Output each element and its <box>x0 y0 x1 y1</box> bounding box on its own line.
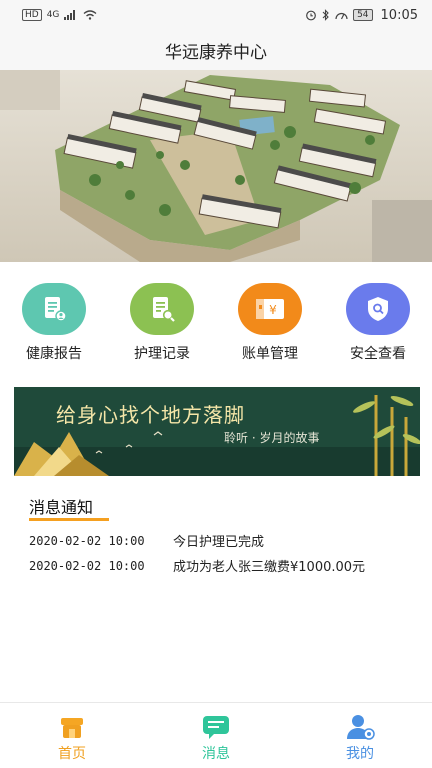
quick-action-label: 账单管理 <box>242 346 298 362</box>
speed-gauge-icon <box>335 12 348 20</box>
promo-banner[interactable]: 给身心找个地方落脚 聆听 · 岁月的故事 <box>14 387 420 476</box>
bluetooth-icon <box>322 9 329 21</box>
clock: 10:05 <box>380 7 418 23</box>
alarm-icon <box>306 10 316 21</box>
nav-label: 首页 <box>57 746 86 762</box>
quick-action-label: 安全查看 <box>350 346 406 362</box>
bill-icon: ¥ <box>238 283 302 335</box>
message-item[interactable]: 2020-02-02 10:00 成功为老人张三缴费¥1000.00元 <box>29 553 419 578</box>
message-text: 成功为老人张三缴费¥1000.00元 <box>173 560 366 575</box>
nav-label: 消息 <box>201 746 230 762</box>
facility-aerial-illustration <box>0 70 432 262</box>
banner-title: 给身心找个地方落脚 <box>56 403 245 427</box>
hero-image[interactable] <box>0 70 432 262</box>
hd-indicator: HD <box>22 9 42 21</box>
quick-action-care-record[interactable]: 护理记录 <box>108 283 216 373</box>
home-store-icon <box>57 713 87 741</box>
bottom-nav: 首页 消息 我的 <box>0 702 432 768</box>
message-time: 2020-02-02 10:00 <box>29 533 145 548</box>
quick-action-label: 护理记录 <box>134 346 190 362</box>
svg-text:¥: ¥ <box>269 303 277 317</box>
quick-action-security[interactable]: 安全查看 <box>324 283 432 373</box>
status-left: HD 4G <box>22 9 97 21</box>
nav-label: 我的 <box>345 746 374 762</box>
message-time: 2020-02-02 10:00 <box>29 558 145 573</box>
battery-icon: 54 <box>353 9 373 21</box>
app-header: 华远康养中心 <box>0 30 432 70</box>
section-title-underline <box>29 518 109 521</box>
health-report-icon <box>22 283 86 335</box>
care-record-icon <box>130 283 194 335</box>
wifi-icon <box>83 10 97 20</box>
nav-messages[interactable]: 消息 <box>144 703 288 768</box>
message-icon <box>201 713 231 741</box>
quick-action-bill[interactable]: ¥ 账单管理 <box>216 283 324 373</box>
signal-icon <box>64 10 76 20</box>
nav-profile[interactable]: 我的 <box>288 703 432 768</box>
status-right: 54 10:05 <box>305 8 418 23</box>
banner-subtitle: 聆听 · 岁月的故事 <box>224 431 320 445</box>
message-item[interactable]: 2020-02-02 10:00 今日护理已完成 <box>29 528 419 553</box>
shield-icon <box>346 283 410 335</box>
quick-action-health-report[interactable]: 健康报告 <box>0 283 108 373</box>
network-type: 4G <box>46 10 60 20</box>
message-text: 今日护理已完成 <box>173 535 265 550</box>
message-list: 2020-02-02 10:00 今日护理已完成 2020-02-02 10:0… <box>29 528 419 578</box>
page-title: 华远康养中心 <box>165 42 267 63</box>
status-bar: HD 4G 54 10:05 <box>0 0 432 30</box>
user-icon <box>345 713 375 741</box>
quick-action-label: 健康报告 <box>26 346 82 362</box>
nav-home[interactable]: 首页 <box>0 703 144 768</box>
messages-section-title: 消息通知 <box>29 498 94 517</box>
quick-actions: 健康报告 护理记录 ¥ 账单管理 安全查看 <box>0 283 432 373</box>
